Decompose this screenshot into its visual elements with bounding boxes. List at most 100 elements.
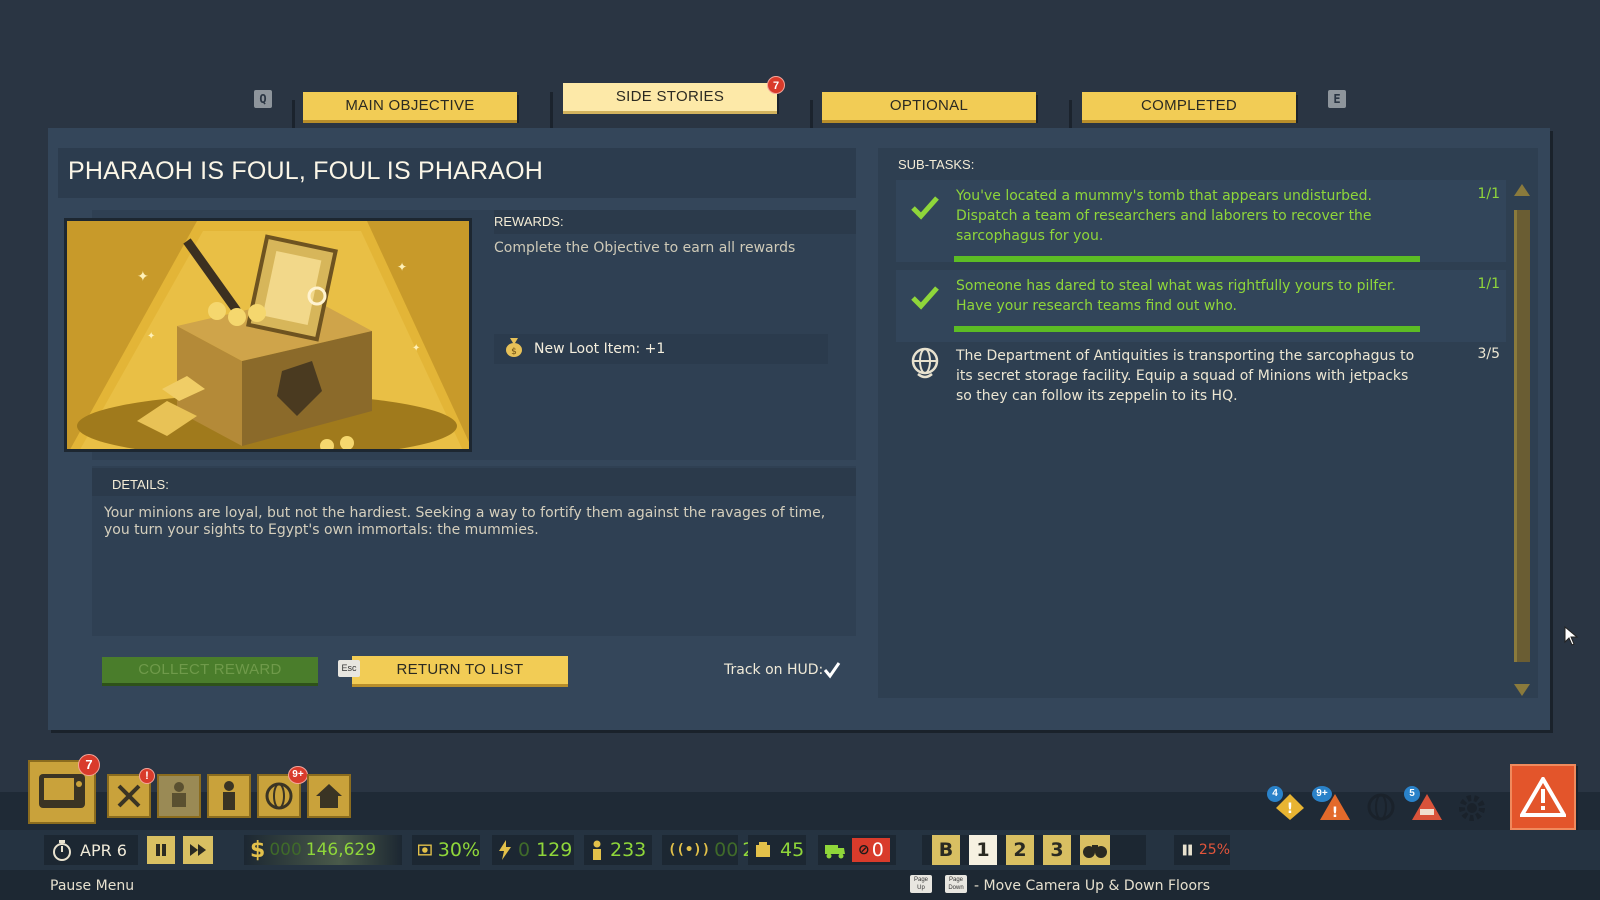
globe-alert-icon[interactable] <box>1366 792 1396 827</box>
scroll-up-arrow-icon[interactable] <box>1512 182 1532 203</box>
help-bar <box>0 870 1600 900</box>
track-on-hud-checkbox[interactable] <box>822 660 842 680</box>
floor-2-button[interactable]: 2 <box>1006 835 1034 865</box>
objectives-badge: 7 <box>78 754 100 776</box>
warning-triangle-icon <box>1520 777 1566 817</box>
svg-text:!: ! <box>1287 801 1293 817</box>
lightning-icon <box>499 840 511 860</box>
binoculars-icon <box>1083 845 1107 858</box>
collect-reward-button[interactable]: COLLECT REWARD <box>102 657 318 683</box>
tab-stem <box>550 92 553 130</box>
signal-dim-digits: 00 <box>714 839 739 861</box>
game-speed-value: 25% <box>1198 842 1230 858</box>
alert-badge: 9+ <box>1312 786 1332 802</box>
side-stories-badge: 7 <box>767 76 785 94</box>
tv-icon <box>39 774 85 808</box>
no-entry-icon: ⊘ <box>858 842 870 858</box>
details-text: Your minions are loyal, but not the hard… <box>104 505 826 538</box>
money-dim-digits: 000 <box>269 840 302 860</box>
track-on-hud-label: Track on HUD: <box>724 662 824 678</box>
alert-badge: 4 <box>1267 786 1283 802</box>
subtask-count: 1/1 <box>1477 186 1500 202</box>
money-display: $ 000 146,629 <box>244 835 402 865</box>
power-value: 129 <box>536 839 573 861</box>
power-dim-digits: 0 <box>518 839 531 861</box>
loot-icon <box>756 842 770 857</box>
tab-stem <box>292 100 295 130</box>
build-badge: ! <box>139 768 155 784</box>
tab-stem <box>810 100 813 130</box>
subtask-text: Someone has dared to steal what was righ… <box>956 278 1396 314</box>
page-up-key: Page Up <box>910 875 932 893</box>
big-alert-button[interactable] <box>1510 764 1576 830</box>
date-display: APR 6 <box>44 835 138 865</box>
scrollbar[interactable] <box>1514 210 1530 662</box>
heat-display: 30% <box>412 835 480 865</box>
dollar-icon: $ <box>250 837 266 863</box>
checkmark-icon <box>908 280 942 314</box>
page-down-key: Page Down <box>945 875 967 893</box>
checkmark-icon <box>823 662 841 679</box>
floor-3-button[interactable]: 3 <box>1043 835 1071 865</box>
minion-count-icon <box>593 840 601 860</box>
minion-menu-button[interactable] <box>157 774 201 818</box>
svg-text:$: $ <box>511 347 517 357</box>
money-bag-icon: $ <box>504 336 524 363</box>
subtasks-header: SUB-TASKS: <box>898 157 975 172</box>
tab-stem <box>1069 100 1072 130</box>
world-view-button[interactable] <box>1080 835 1110 865</box>
floor-b-button[interactable]: B <box>932 835 960 865</box>
subtask-count: 3/5 <box>1477 346 1500 362</box>
pause-button[interactable] <box>147 836 175 864</box>
power-display: 0 129 <box>492 835 574 865</box>
home-menu-button[interactable] <box>307 774 351 818</box>
loot-reward-row: $ New Loot Item: +1 <box>494 334 828 364</box>
fast-forward-button[interactable] <box>183 836 213 864</box>
rewards-description: Complete the Objective to earn all rewar… <box>494 240 796 256</box>
person-icon <box>223 781 235 810</box>
mouse-cursor-icon <box>1564 625 1580 651</box>
checkmark-icon <box>908 190 942 224</box>
camera-floors-hint: - Move Camera Up & Down Floors <box>974 878 1211 894</box>
prev-tab-key-hint: Q <box>254 90 272 108</box>
fast-forward-icon <box>190 844 206 856</box>
truck-icon <box>825 845 845 859</box>
svg-text:✦: ✦ <box>147 331 155 342</box>
settings-gear-icon[interactable] <box>1458 794 1486 827</box>
globe-hand-icon <box>908 346 942 380</box>
minions-value: 233 <box>610 839 647 861</box>
return-to-list-button[interactable]: RETURN TO LIST <box>352 656 568 684</box>
vehicles-display: ⊘ 0 <box>818 835 896 865</box>
tab-main-objective[interactable]: MAIN OBJECTIVE <box>303 92 517 120</box>
alert-badge: 5 <box>1404 786 1420 802</box>
quest-title: PHARAOH IS FOUL, FOUL IS PHARAOH <box>68 157 544 185</box>
esc-key-hint: Esc <box>338 660 360 677</box>
tab-completed[interactable]: COMPLETED <box>1082 92 1296 120</box>
svg-text:!: ! <box>1332 805 1338 821</box>
hammer-wrench-icon <box>117 784 141 808</box>
home-icon <box>316 784 342 808</box>
next-tab-key-hint: E <box>1328 90 1346 108</box>
pause-icon <box>156 844 166 856</box>
subtask-progress-bar <box>954 326 1420 332</box>
treasure-chest-illustration: ✦ ✦ ✦ ✦ <box>64 218 472 452</box>
speed-pause-icon <box>1182 844 1192 856</box>
loot-item-label: New Loot Item: +1 <box>534 341 666 357</box>
floor-1-button[interactable]: 1 <box>969 835 997 865</box>
details-header: DETAILS: <box>112 477 169 492</box>
staff-menu-button[interactable] <box>207 774 251 818</box>
signal-icon: ((•)) <box>668 842 711 858</box>
pause-menu-hint[interactable]: Pause Menu <box>50 878 134 894</box>
vehicles-warning: ⊘ 0 <box>852 838 890 862</box>
minions-display: 233 <box>584 835 652 865</box>
heat-value: 30% <box>437 839 480 861</box>
signal-display: ((•)) 00 2 <box>662 835 754 865</box>
money-value: 146,629 <box>305 840 377 860</box>
subtask-text: The Department of Antiquities is transpo… <box>956 348 1415 404</box>
tab-side-stories[interactable]: SIDE STORIES <box>563 83 777 111</box>
scroll-down-arrow-icon[interactable] <box>1512 682 1532 703</box>
svg-text:✦: ✦ <box>137 269 149 285</box>
tab-optional[interactable]: OPTIONAL <box>822 92 1036 120</box>
vehicles-value: 0 <box>871 839 884 861</box>
stopwatch-icon <box>53 840 71 861</box>
